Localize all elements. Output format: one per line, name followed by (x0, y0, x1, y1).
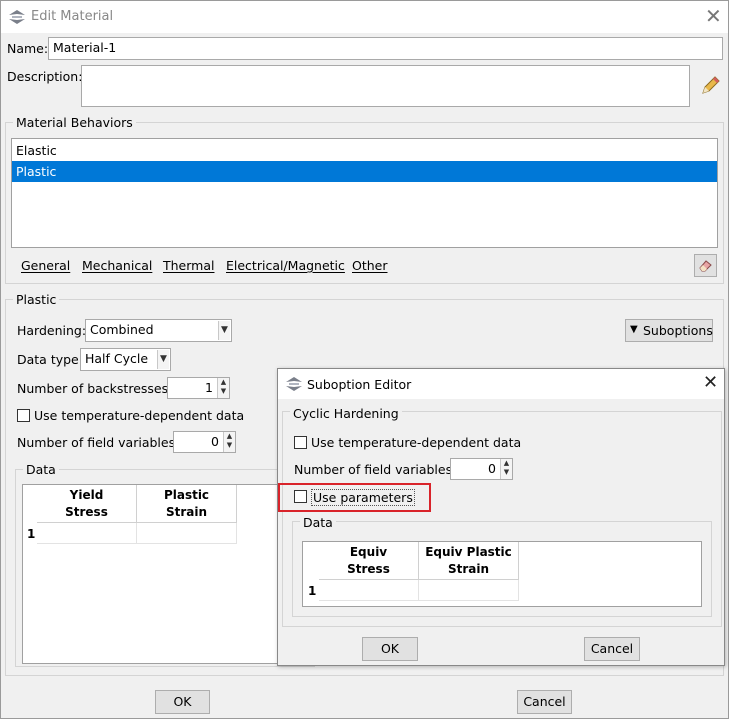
menu-mechanical[interactable]: Mechanical (82, 258, 152, 273)
backstresses-stepper[interactable]: 1 ▲ ▼ (167, 377, 230, 399)
close-icon[interactable]: ✕ (705, 6, 722, 26)
delete-behavior-button[interactable] (694, 254, 717, 277)
hardening-value: Combined (90, 322, 154, 337)
dialog-cancel-button[interactable]: Cancel (584, 637, 640, 661)
column-header-equiv-plastic-strain: Equiv Plastic Strain (419, 542, 519, 580)
close-icon[interactable]: ✕ (703, 374, 718, 392)
description-label: Description: (7, 69, 83, 84)
dropdown-arrow-icon: ▼ (630, 324, 638, 335)
datatype-label: Data type: (17, 352, 83, 367)
data-table[interactable]: Yield Stress Plastic Strain 1 (22, 484, 312, 664)
menu-thermal[interactable]: Thermal (163, 258, 214, 273)
data-label: Data (23, 462, 59, 477)
spin-arrows-icon[interactable]: ▲ ▼ (217, 378, 229, 398)
temp-dependent-checkbox[interactable] (17, 409, 30, 422)
row-header: 1 (308, 584, 317, 598)
app-icon (286, 377, 302, 391)
field-variables-stepper[interactable]: 0 ▲ ▼ (450, 458, 513, 480)
temp-dependent-label: Use temperature-dependent data (311, 435, 522, 450)
description-input[interactable] (81, 65, 690, 107)
spin-arrows-icon[interactable]: ▲ ▼ (500, 459, 512, 479)
backstresses-label: Number of backstresses: (17, 381, 173, 396)
hardening-select[interactable]: Combined ▼ (85, 319, 232, 342)
table-cell[interactable] (137, 523, 237, 544)
data-table[interactable]: Equiv Stress Equiv Plastic Strain 1 (302, 541, 702, 607)
backstresses-value: 1 (205, 380, 213, 395)
menu-general[interactable]: General (21, 258, 70, 273)
name-label: Name: (7, 41, 49, 56)
column-header-plastic-strain: Plastic Strain (137, 485, 237, 523)
suboption-editor-dialog: Suboption Editor ✕ Cyclic Hardening Use … (277, 368, 725, 666)
table-cell[interactable] (37, 523, 137, 544)
field-variables-stepper[interactable]: 0 ▲ ▼ (173, 431, 236, 453)
temp-dependent-checkbox[interactable] (294, 436, 307, 449)
list-item-plastic[interactable]: Plastic (12, 161, 717, 182)
field-variables-value: 0 (488, 461, 496, 476)
material-behaviors-label: Material Behaviors (13, 115, 136, 130)
datatype-select[interactable]: Half Cycle ▼ (80, 348, 171, 371)
hardening-label: Hardening: (17, 323, 87, 338)
window-title: Edit Material (31, 9, 114, 24)
field-variables-label: Number of field variables: (17, 435, 180, 450)
suboptions-label: Suboptions (643, 323, 713, 338)
chevron-down-icon: ▼ (218, 321, 230, 340)
dialog-title-bar: Suboption Editor ✕ (278, 369, 724, 399)
highlight-box (278, 483, 431, 512)
ok-button[interactable]: OK (155, 690, 210, 714)
data-label: Data (300, 515, 336, 530)
datatype-value: Half Cycle (85, 351, 149, 366)
plastic-label: Plastic (13, 292, 60, 307)
field-variables-value: 0 (211, 434, 219, 449)
cancel-button[interactable]: Cancel (517, 690, 572, 714)
suboptions-button[interactable]: ▼ Suboptions (625, 319, 713, 342)
menu-other[interactable]: Other (352, 258, 388, 273)
pencil-icon[interactable] (699, 75, 721, 97)
menu-electrical-magnetic[interactable]: Electrical/Magnetic (226, 258, 345, 273)
spin-arrows-icon[interactable]: ▲ ▼ (223, 432, 235, 452)
edit-material-window: Edit Material ✕ Name: Material-1 Descrip… (0, 0, 729, 719)
eraser-icon (699, 260, 712, 272)
dialog-title: Suboption Editor (307, 377, 412, 392)
dialog-ok-button[interactable]: OK (362, 637, 418, 661)
table-cell[interactable] (419, 580, 519, 601)
cyclic-hardening-label: Cyclic Hardening (290, 406, 402, 421)
column-header-equiv-stress: Equiv Stress (319, 542, 419, 580)
chevron-down-icon: ▼ (157, 350, 169, 369)
behaviors-list[interactable]: Elastic Plastic (11, 138, 718, 248)
name-input[interactable]: Material-1 (48, 37, 723, 60)
title-bar: Edit Material ✕ (1, 1, 728, 33)
list-item-elastic[interactable]: Elastic (12, 140, 717, 161)
row-header: 1 (27, 527, 36, 541)
app-icon (9, 10, 25, 24)
temp-dependent-label: Use temperature-dependent data (34, 408, 245, 423)
column-header-yield-stress: Yield Stress (37, 485, 137, 523)
table-cell[interactable] (319, 580, 419, 601)
field-variables-label: Number of field variables: (294, 462, 457, 477)
